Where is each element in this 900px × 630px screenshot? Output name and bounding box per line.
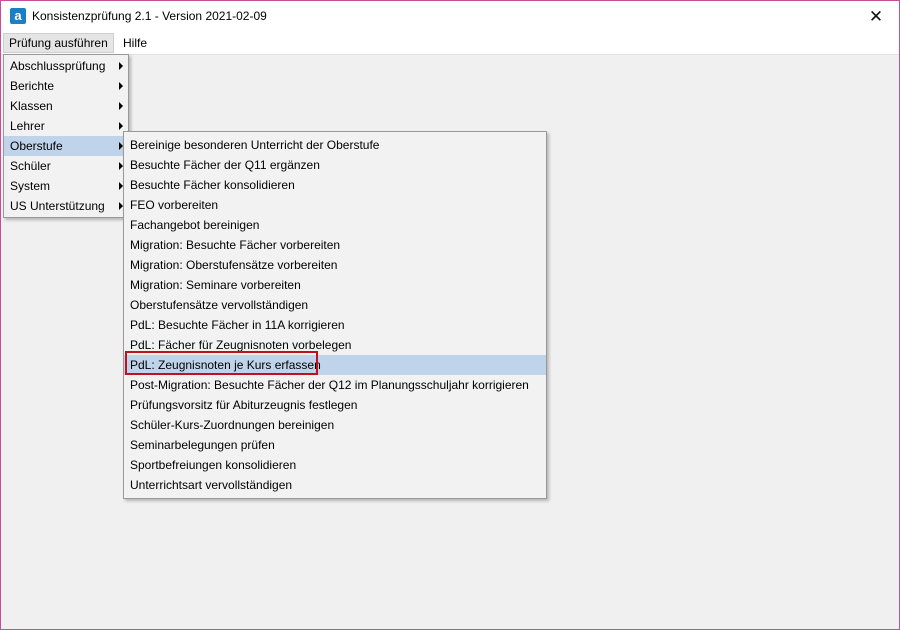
menu-item-label: Oberstufe bbox=[10, 139, 63, 153]
menu-item-label: Klassen bbox=[10, 99, 53, 113]
window-title: Konsistenzprüfung 2.1 - Version 2021-02-… bbox=[32, 9, 267, 23]
submenu-item-seminarbelegungen-pruefen[interactable]: Seminarbelegungen prüfen bbox=[124, 435, 546, 455]
submenu-item-fachangebot-bereinigen[interactable]: Fachangebot bereinigen bbox=[124, 215, 546, 235]
menu-item-abschlusspruefung[interactable]: Abschlussprüfung bbox=[4, 56, 128, 76]
submenu-item-pdl-faecher-zeugnisnoten[interactable]: PdL: Fächer für Zeugnisnoten vorbelegen bbox=[124, 335, 546, 355]
submenu-item-besuchte-faecher-konsolidieren[interactable]: Besuchte Fächer konsolidieren bbox=[124, 175, 546, 195]
menu-item-us-unterstuetzung[interactable]: US Unterstützung bbox=[4, 196, 128, 216]
submenu-item-schueler-kurs-zuordnungen[interactable]: Schüler-Kurs-Zuordnungen bereinigen bbox=[124, 415, 546, 435]
menu-item-label: US Unterstützung bbox=[10, 199, 105, 213]
menu-item-label: Berichte bbox=[10, 79, 55, 93]
submenu-item-pdl-zeugnisnoten-je-kurs[interactable]: PdL: Zeugnisnoten je Kurs erfassen bbox=[124, 355, 546, 375]
app-icon: a bbox=[10, 8, 26, 24]
submenu-item-bereinige-besonderen-unterricht[interactable]: Bereinige besonderen Unterricht der Ober… bbox=[124, 135, 546, 155]
submenu-item-pdl-besuchte-faecher-11a[interactable]: PdL: Besuchte Fächer in 11A korrigieren bbox=[124, 315, 546, 335]
dropdown-pruefung-ausfuehren: Abschlussprüfung Berichte Klassen Lehrer… bbox=[3, 54, 129, 218]
submenu-item-unterrichtsart-vervollstaendigen[interactable]: Unterrichtsart vervollständigen bbox=[124, 475, 546, 495]
menu-item-label: Lehrer bbox=[10, 119, 45, 133]
submenu-item-besuchte-faecher-q11[interactable]: Besuchte Fächer der Q11 ergänzen bbox=[124, 155, 546, 175]
menu-item-label: Abschlussprüfung bbox=[10, 59, 106, 73]
menu-item-klassen[interactable]: Klassen bbox=[4, 96, 128, 116]
submenu-arrow-icon bbox=[119, 122, 123, 130]
menu-item-label: Schüler bbox=[10, 159, 51, 173]
submenu-item-migration-seminare[interactable]: Migration: Seminare vorbereiten bbox=[124, 275, 546, 295]
submenu-arrow-icon bbox=[119, 102, 123, 110]
submenu-arrow-icon bbox=[119, 62, 123, 70]
menu-hilfe[interactable]: Hilfe bbox=[118, 33, 152, 53]
menu-item-system[interactable]: System bbox=[4, 176, 128, 196]
title-bar: a Konsistenzprüfung 2.1 - Version 2021-0… bbox=[1, 1, 899, 32]
submenu-item-migration-oberstufensaetze[interactable]: Migration: Oberstufensätze vorbereiten bbox=[124, 255, 546, 275]
menu-item-berichte[interactable]: Berichte bbox=[4, 76, 128, 96]
submenu-item-oberstufensaetze-vervollstaendigen[interactable]: Oberstufensätze vervollständigen bbox=[124, 295, 546, 315]
menu-bar: Prüfung ausführen Hilfe bbox=[1, 32, 899, 55]
menu-pruefung-ausfuehren[interactable]: Prüfung ausführen bbox=[3, 33, 114, 53]
submenu-item-migration-besuchte-faecher[interactable]: Migration: Besuchte Fächer vorbereiten bbox=[124, 235, 546, 255]
menu-item-label: System bbox=[10, 179, 51, 193]
submenu-item-pruefungsvorsitz-abiturzeugnis[interactable]: Prüfungsvorsitz für Abiturzeugnis festle… bbox=[124, 395, 546, 415]
menu-item-lehrer[interactable]: Lehrer bbox=[4, 116, 128, 136]
menu-item-oberstufe[interactable]: Oberstufe bbox=[4, 136, 128, 156]
submenu-item-sportbefreiungen-konsolidieren[interactable]: Sportbefreiungen konsolidieren bbox=[124, 455, 546, 475]
app-window: a Konsistenzprüfung 2.1 - Version 2021-0… bbox=[0, 0, 900, 630]
menu-item-schueler[interactable]: Schüler bbox=[4, 156, 128, 176]
submenu-arrow-icon bbox=[119, 82, 123, 90]
submenu-item-feo-vorbereiten[interactable]: FEO vorbereiten bbox=[124, 195, 546, 215]
submenu-item-post-migration-q12[interactable]: Post-Migration: Besuchte Fächer der Q12 … bbox=[124, 375, 546, 395]
close-icon[interactable]: ✕ bbox=[853, 1, 899, 32]
submenu-oberstufe: Bereinige besonderen Unterricht der Ober… bbox=[123, 131, 547, 499]
